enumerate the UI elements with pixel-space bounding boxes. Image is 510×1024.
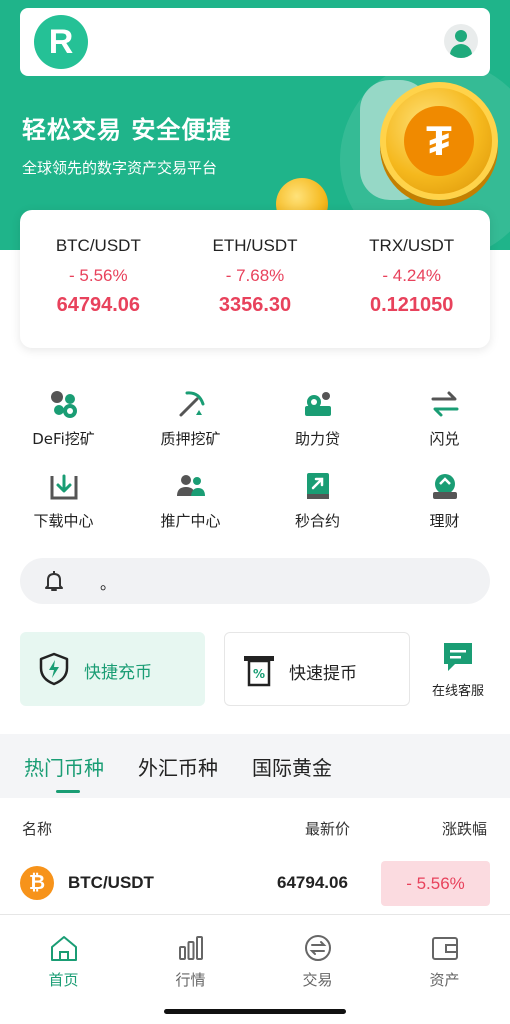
nav-assets[interactable]: 资产 [381,933,508,990]
shield-bolt-icon [36,651,72,687]
ticker-pair: ETH/USDT [212,236,298,255]
market-tabs: 热门币种 外汇币种 国际黄金 [0,734,510,798]
notice-text: 。 [100,574,117,593]
online-service-button[interactable]: 在线客服 [418,640,498,699]
notice-bar[interactable]: 。 [20,558,490,604]
quick-deposit-label: 快捷充币 [84,663,152,683]
bitcoin-icon: ₿ [20,866,54,900]
tab-hot-coins[interactable]: 热门币种 [24,752,104,781]
home-icon [49,933,79,963]
feature-promotion-center[interactable]: 推广中心 [127,470,254,531]
nav-trade[interactable]: 交易 [254,933,381,990]
top-bar: R [20,8,490,76]
nav-label: 交易 [302,971,333,989]
app-logo[interactable]: R [34,15,88,69]
feature-label: DeFi挖矿 [32,430,95,448]
bottom-nav: 首页 行情 交易 资产 [0,914,510,1024]
feature-loan[interactable]: 助力贷 [254,388,381,449]
bell-icon [42,569,66,593]
finance-icon [429,470,461,502]
tab-forex[interactable]: 外汇币种 [138,752,218,781]
tether-icon: ₮ [404,106,474,176]
ticker-price: 0.121050 [369,294,454,316]
swap-arrows-icon [429,388,461,420]
feature-flash-swap[interactable]: 闪兑 [381,388,508,449]
tether-coin-illustration: ₮ [380,82,498,200]
nav-label: 资产 [429,971,460,989]
ticker-change: - 5.56% [69,266,128,285]
feature-download-center[interactable]: 下载中心 [0,470,127,531]
bar-chart-icon [176,933,206,963]
ticker-eth[interactable]: ETH/USDT - 7.68% 3356.30 [177,210,334,348]
feature-label: 闪兑 [429,430,460,448]
contract-icon [302,470,334,502]
ticker-change: - 4.24% [382,266,441,285]
nav-market[interactable]: 行情 [127,933,254,990]
ticker-trx[interactable]: TRX/USDT - 4.24% 0.121050 [333,210,490,348]
ticker-pair: BTC/USDT [55,236,141,255]
quick-deposit-button[interactable]: 快捷充币 [20,632,205,706]
withdraw-receipt-icon: % [241,652,277,688]
market-row[interactable]: ₿ BTC/USDT 64794.06 - 5.56% [0,860,510,908]
ticker-pair: TRX/USDT [369,236,455,255]
svg-text:%: % [253,667,265,681]
feature-second-contract[interactable]: 秒合约 [254,470,381,531]
feature-label: 秒合约 [294,512,340,530]
ticker-price: 3356.30 [218,294,292,316]
feature-label: 助力贷 [294,430,340,448]
ticker-change: - 7.68% [225,266,285,285]
row-price: 64794.06 [277,873,348,892]
ticker-card: BTC/USDT - 5.56% 64794.06 ETH/USDT - 7.6… [20,210,490,348]
quick-withdraw-button[interactable]: % 快速提币 [224,632,410,706]
feature-staking-mining[interactable]: 质押挖矿 [127,388,254,449]
online-service-label: 在线客服 [431,684,484,699]
hero-subtitle: 全球领先的数字资产交易平台 [22,159,218,177]
row-symbol: BTC/USDT [68,873,154,892]
nav-label: 行情 [175,971,206,989]
col-name: 名称 [22,820,53,838]
feature-label: 下载中心 [33,512,94,530]
tab-active-indicator [56,790,80,793]
exchange-icon [303,933,333,963]
pickaxe-icon [175,388,207,420]
feature-label: 推广中心 [160,512,221,530]
feature-wealth-management[interactable]: 理财 [381,470,508,531]
ticker-btc[interactable]: BTC/USDT - 5.56% 64794.06 [20,210,177,348]
wallet-icon [430,933,460,963]
defi-mining-icon [48,388,80,420]
hero-title: 轻松交易 安全便捷 [22,116,232,144]
row-change-badge: - 5.56% [381,861,490,906]
chat-bubble-icon [441,640,475,674]
col-latest-price: 最新价 [305,820,351,838]
user-icon[interactable] [444,24,478,58]
ticker-price: 64794.06 [56,294,141,316]
feature-defi-mining[interactable]: DeFi挖矿 [0,388,127,449]
loan-icon [302,388,334,420]
download-icon [48,470,80,502]
users-icon [175,470,207,502]
market-list-header: 名称 最新价 涨跌幅 [0,818,510,842]
home-indicator [164,1009,346,1014]
nav-home[interactable]: 首页 [0,933,127,990]
feature-label: 理财 [429,512,460,530]
tab-gold[interactable]: 国际黄金 [252,752,332,781]
nav-label: 首页 [48,971,79,989]
feature-label: 质押挖矿 [160,430,221,448]
col-change: 涨跌幅 [442,820,488,838]
quick-withdraw-label: 快速提币 [289,664,357,684]
